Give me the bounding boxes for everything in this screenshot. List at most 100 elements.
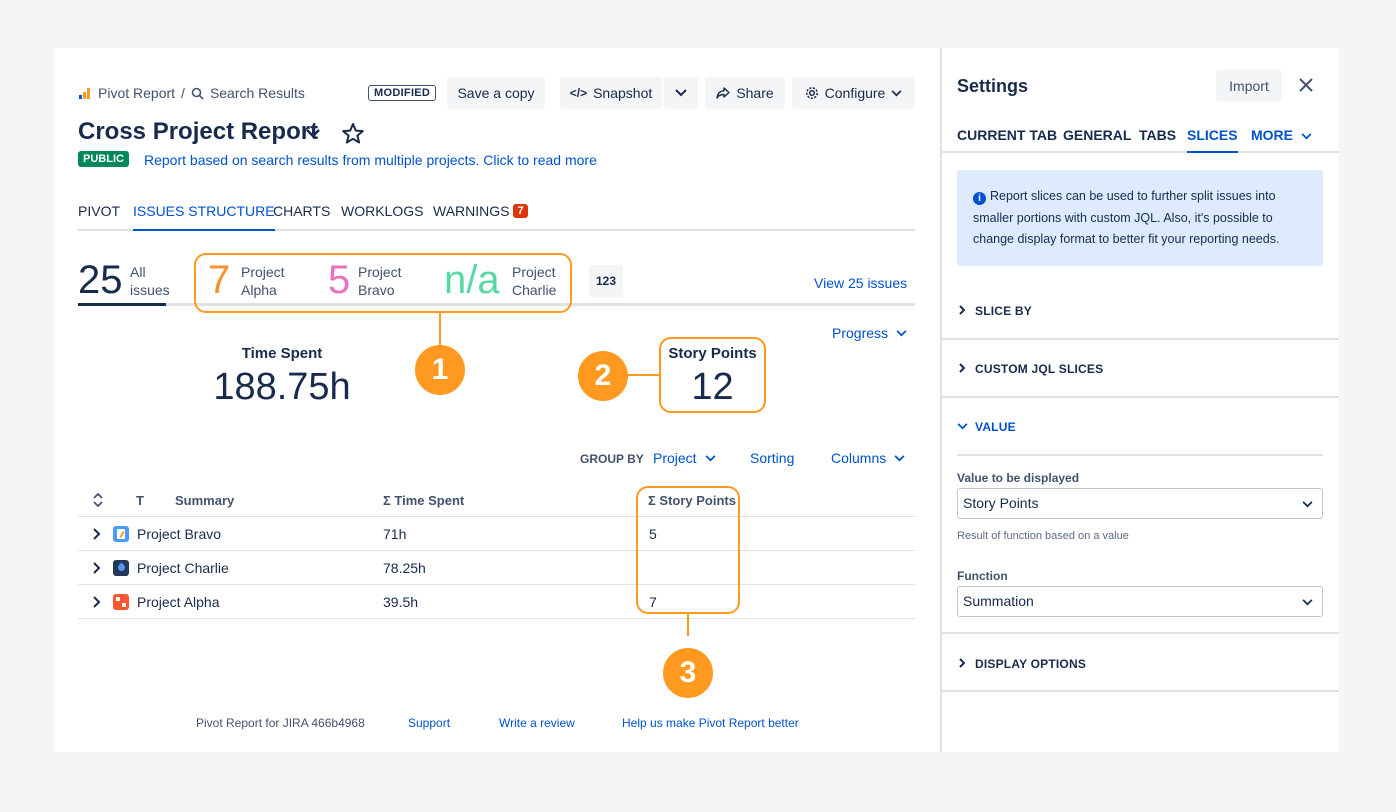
value-divider	[957, 454, 1323, 456]
highlight-project-counts	[194, 253, 572, 313]
column-header-summary[interactable]: Summary	[175, 493, 234, 508]
chevron-right-icon[interactable]	[959, 305, 965, 315]
view-issues-link[interactable]: View 25 issues	[814, 275, 907, 291]
tab-warnings[interactable]: WARNINGS 7	[433, 203, 528, 231]
slices-info-text: Report slices can be used to further spl…	[973, 189, 1280, 246]
tab-issues-structure[interactable]: ISSUES STRUCTURE	[133, 203, 275, 231]
settings-tab-tabs[interactable]: TABS	[1139, 127, 1176, 153]
chevron-right-icon[interactable]	[93, 528, 101, 540]
tab-charts[interactable]: CHARTS	[273, 203, 330, 231]
snapshot-label: Snapshot	[593, 85, 653, 101]
slices-info-banner: i Report slices can be used to further sp…	[957, 170, 1323, 266]
settings-title: Settings	[957, 76, 1029, 96]
info-icon: i	[973, 192, 986, 205]
search-icon	[191, 87, 204, 100]
breadcrumb-page-link[interactable]: Search Results	[210, 85, 305, 101]
callout-2-connector	[628, 374, 659, 376]
callout-2-marker: 2	[578, 351, 628, 401]
table-row[interactable]: Project Alpha 39.5h 7	[78, 585, 915, 619]
report-description-link[interactable]: Report based on search results from mult…	[144, 152, 597, 168]
all-issues-label-1: All	[130, 264, 146, 280]
time-spent-label: Time Spent	[241, 345, 323, 362]
tab-pivot[interactable]: PIVOT	[78, 203, 120, 231]
all-issues-label-2: issues	[130, 282, 170, 298]
save-copy-button[interactable]: Save a copy	[447, 77, 545, 109]
chevron-right-icon[interactable]	[959, 658, 965, 668]
chevron-right-icon[interactable]	[93, 596, 101, 608]
code-icon: </>	[569, 86, 588, 100]
breadcrumb-app-link[interactable]: Pivot Report	[98, 85, 175, 101]
chevron-down-icon[interactable]	[957, 423, 968, 430]
chevron-down-icon	[675, 89, 687, 97]
number-format-button[interactable]: 123	[589, 265, 623, 297]
value-select-text: Story Points	[963, 495, 1039, 511]
chevron-right-icon[interactable]	[93, 562, 101, 574]
share-label: Share	[736, 85, 774, 101]
columns-label: Columns	[831, 450, 887, 466]
row-summary: Project Charlie	[137, 560, 229, 576]
report-tabs: PIVOT ISSUES STRUCTURE CHARTS WORKLOGS W…	[78, 203, 915, 231]
star-icon[interactable]	[341, 122, 365, 145]
all-issues-count[interactable]: 25 All issues	[78, 258, 170, 306]
gear-icon	[805, 87, 818, 99]
function-select-text: Summation	[963, 593, 1034, 609]
display-options-label[interactable]: DISPLAY OPTIONS	[975, 657, 1086, 671]
value-helper-text: Result of function based on a value	[957, 530, 1129, 542]
row-time-spent: 71h	[383, 526, 407, 542]
column-header-time-spent[interactable]: Σ Time Spent	[383, 493, 464, 508]
custom-jql-label[interactable]: CUSTOM JQL SLICES	[975, 362, 1103, 376]
snapshot-button[interactable]: </> Snapshot	[560, 77, 662, 109]
value-select[interactable]: Story Points	[957, 488, 1323, 519]
row-summary: Project Bravo	[137, 526, 222, 542]
warnings-count-badge: 7	[513, 204, 528, 218]
pivot-report-logo-icon	[79, 88, 90, 99]
report-title: Cross Project Report	[78, 118, 319, 145]
progress-dropdown[interactable]: Progress	[832, 325, 907, 341]
visibility-badge: PUBLIC	[78, 151, 129, 167]
configure-button[interactable]: Configure	[792, 77, 915, 109]
columns-dropdown[interactable]: Columns	[831, 450, 905, 466]
table-row[interactable]: Project Charlie 78.25h	[78, 551, 915, 585]
settings-tab-general[interactable]: GENERAL	[1063, 127, 1131, 153]
expand-collapse-all-icon[interactable]	[93, 493, 103, 507]
notepad-icon	[113, 526, 129, 542]
callout-1-connector	[439, 313, 441, 345]
sorting-button[interactable]: Sorting	[750, 450, 794, 466]
footer-review-link[interactable]: Write a review	[499, 716, 575, 730]
tab-worklogs[interactable]: WORKLOGS	[341, 203, 423, 231]
settings-tab-current-tab[interactable]: CURRENT TAB	[957, 127, 1057, 153]
story-points-label: Story Points	[668, 345, 757, 362]
chevron-right-icon[interactable]	[959, 363, 965, 373]
slice-by-label[interactable]: SLICE BY	[975, 304, 1032, 318]
function-select[interactable]: Summation	[957, 586, 1323, 617]
table-row[interactable]: Project Bravo 71h 5	[78, 517, 915, 551]
chevron-down-icon	[894, 454, 905, 461]
row-summary: Project Alpha	[137, 594, 220, 610]
function-field-label: Function	[957, 569, 1008, 583]
column-header-type[interactable]: T	[136, 493, 144, 508]
callout-3-marker: 3	[663, 648, 713, 698]
rocket-icon	[113, 560, 129, 576]
number-format-icon: 123	[595, 274, 617, 288]
callout-3-connector	[687, 614, 689, 636]
group-by-dropdown[interactable]: Project	[653, 450, 716, 466]
group-by-value: Project	[653, 450, 697, 466]
footer-support-link[interactable]: Support	[408, 716, 450, 730]
time-spent-value: 188.75h	[213, 366, 351, 408]
snapshot-menu-button[interactable]	[664, 77, 698, 109]
footer-version: Pivot Report for JIRA 466b4968	[196, 716, 365, 730]
chevron-down-icon	[1301, 133, 1312, 140]
progress-dropdown-label: Progress	[832, 325, 889, 341]
share-button[interactable]: Share	[705, 77, 785, 109]
value-field-label: Value to be displayed	[957, 471, 1080, 485]
import-button[interactable]: Import	[1216, 70, 1282, 102]
title-menu-chevron-icon[interactable]	[305, 128, 321, 139]
close-icon[interactable]	[1298, 77, 1314, 93]
all-issues-value: 25	[78, 258, 123, 302]
import-label: Import	[1229, 78, 1269, 94]
settings-tab-slices[interactable]: SLICES	[1187, 127, 1238, 153]
footer-feedback-link[interactable]: Help us make Pivot Report better	[622, 716, 799, 730]
value-label[interactable]: VALUE	[975, 420, 1016, 434]
share-icon	[716, 87, 731, 99]
settings-tab-more[interactable]: MORE	[1251, 127, 1312, 153]
